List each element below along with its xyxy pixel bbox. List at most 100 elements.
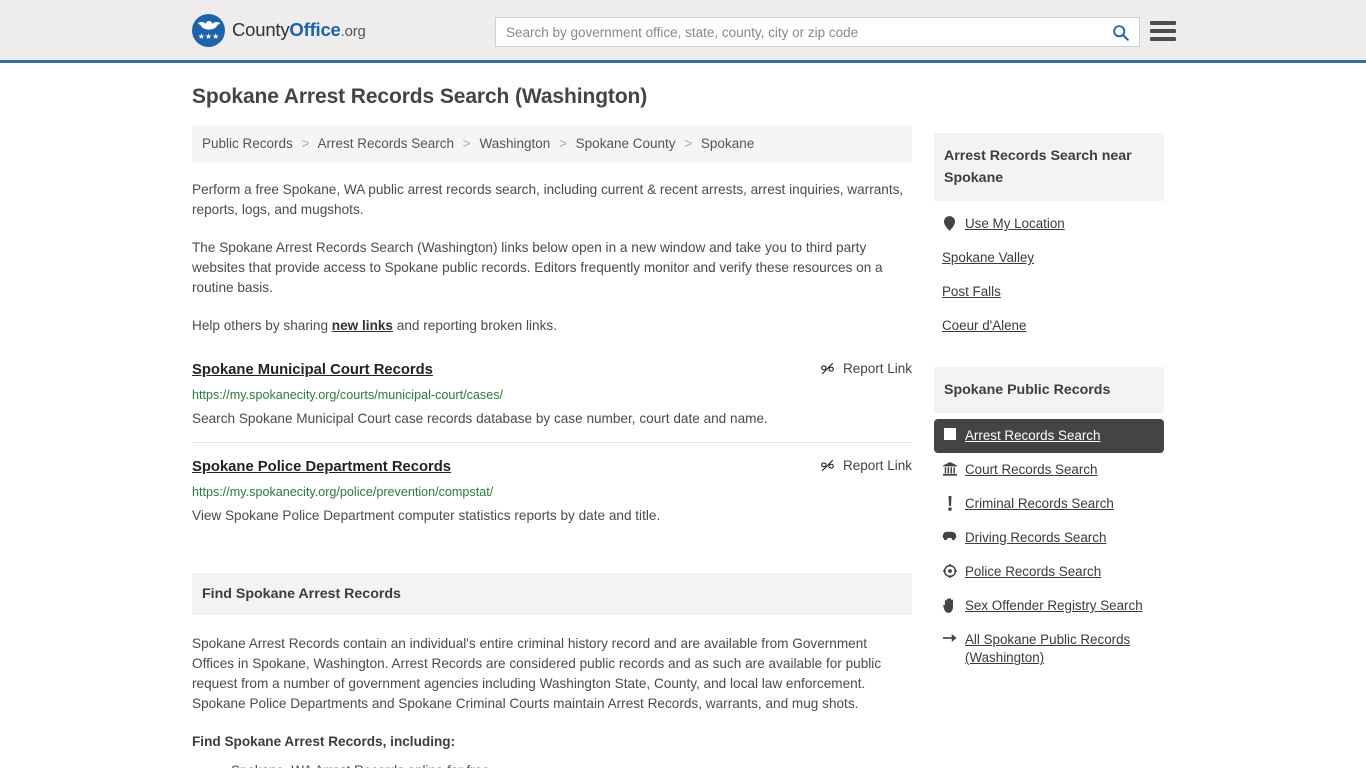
exclamation-icon-glyph [947,496,952,511]
search-icon [1112,24,1129,41]
sidebar-item-label: Coeur d'Alene [942,318,1027,333]
breadcrumb-item-spokane-county[interactable]: Spokane County [576,136,676,151]
map-pin-icon [942,216,957,231]
report-link-label: Report Link [842,361,912,376]
find-records-section-body: Spokane Arrest Records contain an indivi… [192,634,912,768]
search-input[interactable] [496,18,1101,46]
arrow-right-icon [942,632,957,644]
sidebar-nearby-box: Arrest Records Search near Spokane Use M… [934,133,1164,343]
sidebar-item-arrest-records-search[interactable]: Arrest Records Search [934,419,1164,453]
report-link-label: Report Link [842,458,912,473]
result-item: Spokane Police Department Records Report… [192,457,912,539]
sidebar-item-police-records-search[interactable]: Police Records Search [934,555,1164,589]
intro-section: Perform a free Spokane, WA public arrest… [192,180,912,336]
search-button[interactable] [1101,18,1139,46]
broken-link-icon [821,459,834,472]
sidebar-item-label: All Spokane Public Records (Washington) [965,632,1131,665]
countyoffice-logo-icon: ★★★ [192,13,225,47]
breadcrumb-separator: > [462,136,471,151]
new-links-link[interactable]: new links [332,318,393,333]
sidebar-item-label: Spokane Valley [942,250,1035,265]
logo-stars: ★★★ [197,31,220,41]
police-badge-icon [942,564,957,578]
breadcrumb: Public Records > Arrest Records Search >… [192,125,912,163]
arrow-right-icon-glyph [942,633,957,643]
breadcrumb-separator: > [301,136,310,151]
result-description: Search Spokane Municipal Court case reco… [192,411,768,426]
logo-part-county: County [232,19,290,40]
police-badge-icon-glyph [942,564,957,578]
square-icon [942,428,957,440]
sidebar-item-sex-offender-registry-search[interactable]: Sex Offender Registry Search [934,589,1164,623]
share-prefix: Help others by sharing [192,318,332,333]
section-bullet-list: Spokane, WA Arrest Records online for fr… [192,760,912,768]
page-title: Spokane Arrest Records Search (Washingto… [192,85,648,108]
search-bar[interactable] [495,17,1140,47]
hand-icon-glyph [943,598,954,613]
sidebar: Arrest Records Search near Spokane Use M… [934,133,1164,768]
sidebar-item-label: Criminal Records Search [965,496,1114,511]
sidebar-item-criminal-records-search[interactable]: Criminal Records Search [934,487,1164,521]
result-url[interactable]: https://my.spokanecity.org/police/preven… [192,484,912,500]
result-item: Spokane Municipal Court Records Report L… [192,360,912,443]
intro-paragraph-3: Help others by sharing new links and rep… [192,316,912,336]
broken-link-icon [821,362,834,375]
hamburger-bar [1150,37,1176,41]
result-title-link[interactable]: Spokane Municipal Court Records [192,360,433,380]
sidebar-item-coeur-dalene[interactable]: Coeur d'Alene [934,309,1164,343]
section-list-lead: Find Spokane Arrest Records, including: [192,734,456,749]
eagle-icon [197,20,220,29]
car-icon [942,530,957,541]
site-header: ★★★ CountyOffice.org [0,0,1366,63]
hamburger-bar [1150,21,1176,25]
breadcrumb-separator: > [559,136,567,151]
sidebar-nearby-title: Arrest Records Search near Spokane [934,133,1164,201]
sidebar-item-label: Driving Records Search [965,530,1107,545]
sidebar-item-use-my-location[interactable]: Use My Location [934,207,1164,241]
sidebar-item-spokane-valley[interactable]: Spokane Valley [934,241,1164,275]
sidebar-item-label: Court Records Search [965,462,1098,477]
breadcrumb-item-public-records[interactable]: Public Records [202,136,293,151]
sidebar-item-label: Police Records Search [965,564,1102,579]
breadcrumb-item-arrest-records-search[interactable]: Arrest Records Search [317,136,454,151]
sidebar-item-court-records-search[interactable]: Court Records Search [934,453,1164,487]
logo-part-tld: .org [340,23,366,40]
logo-part-office: Office [289,19,341,40]
hamburger-menu-icon[interactable] [1150,21,1176,41]
exclamation-icon [942,496,957,511]
results-list: Spokane Municipal Court Records Report L… [192,360,912,539]
sidebar-item-label: Use My Location [965,216,1065,231]
report-link-button[interactable]: Report Link [820,458,912,473]
result-url[interactable]: https://my.spokanecity.org/courts/munici… [192,387,912,403]
report-link-button[interactable]: Report Link [820,361,912,376]
courthouse-icon [942,462,957,476]
sidebar-item-all-spokane-public-records[interactable]: All Spokane Public Records (Washington) [934,623,1164,675]
result-description: View Spokane Police Department computer … [192,508,661,523]
intro-paragraph-2: The Spokane Arrest Records Search (Washi… [192,240,883,295]
list-item: Spokane, WA Arrest Records online for fr… [214,760,912,768]
sidebar-public-records-title: Spokane Public Records [934,367,1164,413]
result-title-link[interactable]: Spokane Police Department Records [192,457,451,477]
hamburger-bar [1150,29,1176,33]
sidebar-item-label: Sex Offender Registry Search [965,598,1143,613]
breadcrumb-item-spokane: Spokane [700,136,755,151]
sidebar-public-records-box: Spokane Public Records Arrest Records Se… [934,367,1164,675]
sidebar-item-post-falls[interactable]: Post Falls [934,275,1164,309]
square-icon-glyph [943,428,956,440]
share-suffix: and reporting broken links. [393,318,557,333]
breadcrumb-separator: > [684,136,693,151]
page-container: Spokane Arrest Records Search (Washingto… [0,63,1366,768]
intro-paragraph-1: Perform a free Spokane, WA public arrest… [192,182,904,217]
sidebar-item-label: Arrest Records Search [965,428,1101,443]
sidebar-item-label: Post Falls [942,284,1001,299]
sidebar-item-driving-records-search[interactable]: Driving Records Search [934,521,1164,555]
main-content: Spokane Arrest Records Search (Washingto… [192,85,912,768]
site-logo[interactable]: ★★★ CountyOffice.org [192,13,366,47]
map-pin-icon-glyph [944,216,955,231]
courthouse-icon-glyph [942,462,957,476]
find-records-section-header: Find Spokane Arrest Records [192,573,912,615]
logo-wordmark: CountyOffice.org [232,19,366,41]
hand-icon [942,598,957,613]
section-paragraph: Spokane Arrest Records contain an indivi… [192,636,882,711]
breadcrumb-item-washington[interactable]: Washington [479,136,550,151]
